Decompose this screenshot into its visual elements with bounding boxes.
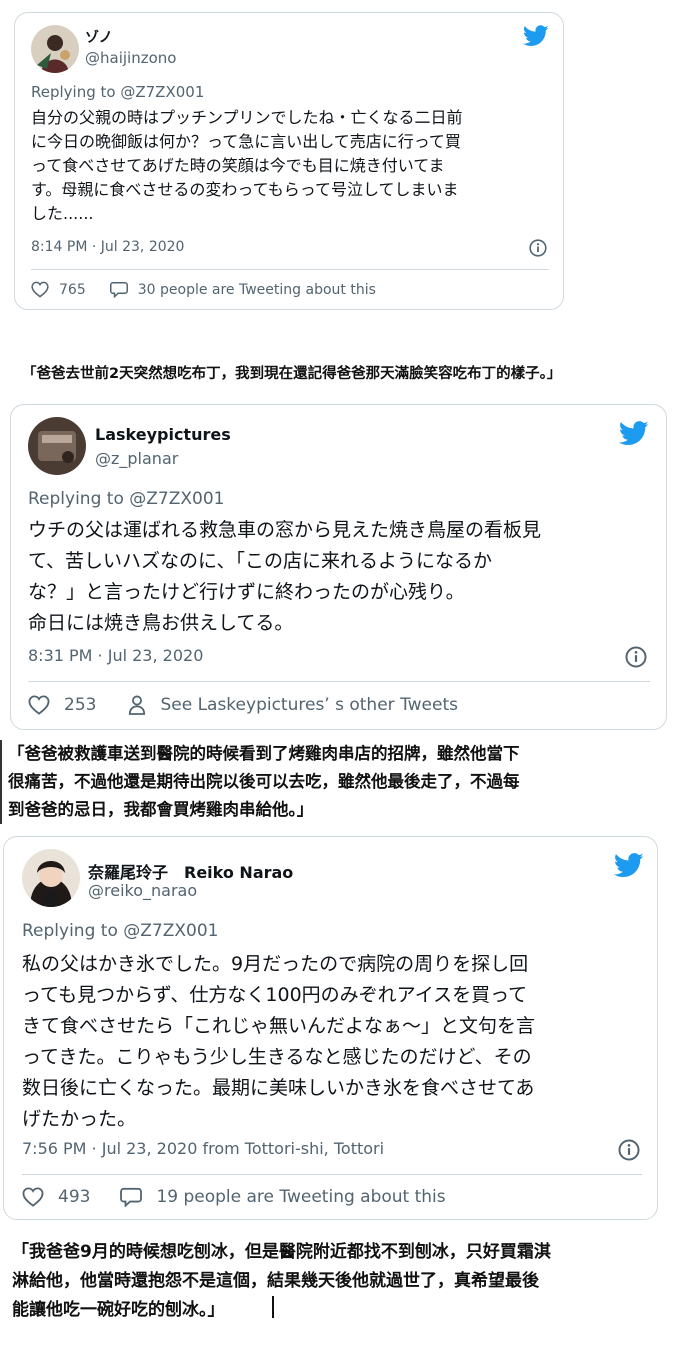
other-tweets-link[interactable]: See Laskeypictures’ s other Tweets [160, 695, 458, 715]
tweet-text: 自分の父親の時はプッチンプリンでしたね・亡くなる二日前 に今日の晩御飯は何か？っ… [31, 108, 463, 223]
tweet-actions: 493 19 people are Tweeting about this [22, 1187, 446, 1207]
heart-icon[interactable] [31, 281, 49, 298]
user-handle[interactable]: @z_planar [95, 449, 178, 468]
reply-context: Replying to @Z7ZX001 [28, 489, 224, 509]
text-cursor [272, 1296, 274, 1318]
tweet-timestamp[interactable]: 8:14 PM · Jul 23, 2020 [31, 239, 184, 255]
tweet-text: 私の父はかき氷でした。9月だったので病院の周りを探し回 っても見つからず、仕方な… [22, 953, 536, 1130]
tweet-text: ウチの父は運ばれる救急車の窓から見えた焼き鳥屋の看板見 て、苦しいハズなのに、「… [28, 519, 542, 634]
avatar[interactable] [31, 25, 79, 73]
avatar[interactable] [22, 849, 80, 907]
divider [28, 681, 650, 682]
info-icon[interactable] [625, 646, 647, 668]
heart-icon[interactable] [28, 695, 50, 715]
display-name[interactable]: ゾノ [85, 27, 113, 47]
like-count[interactable]: 253 [64, 695, 96, 715]
tweeting-about-link[interactable]: 19 people are Tweeting about this [156, 1187, 445, 1207]
reply-label: Replying to [28, 489, 124, 509]
tweeting-about-link[interactable]: 30 people are Tweeting about this [138, 282, 376, 298]
reply-label: Replying to [22, 921, 118, 941]
reply-context: Replying to @Z7ZX001 [31, 83, 204, 101]
comment-icon[interactable] [109, 281, 128, 298]
avatar[interactable] [28, 417, 86, 475]
reply-context: Replying to @Z7ZX001 [22, 921, 218, 941]
reply-target-link[interactable]: @Z7ZX001 [120, 83, 204, 101]
comment-icon[interactable] [120, 1187, 143, 1207]
twitter-bird-icon [523, 25, 549, 46]
info-icon[interactable] [529, 239, 547, 257]
translation-caption: 「爸爸去世前2天突然想吃布丁，我到現在還記得爸爸那天滿臉笑容吃布丁的樣子。」 [22, 366, 562, 382]
divider [22, 1174, 642, 1175]
translation-caption: 「爸爸被救護車送到醫院的時候看到了烤雞肉串店的招牌，雖然他當下 很痛苦，不過他還… [0, 740, 678, 824]
tweet-card[interactable]: 奈羅尾玲子 Reiko Narao @reiko_narao Replying … [3, 836, 658, 1220]
translation-caption: 「我爸爸9月的時候想吃刨冰，但是醫院附近都找不到刨冰，只好買霜淇 淋給他，他當時… [12, 1242, 551, 1320]
user-handle[interactable]: @haijinzono [85, 49, 176, 67]
user-handle[interactable]: @reiko_narao [88, 881, 197, 900]
reply-target-link[interactable]: @Z7ZX001 [123, 921, 218, 941]
tweet-actions: 253 See Laskeypictures’ s other Tweets [28, 695, 458, 715]
twitter-bird-icon [619, 421, 649, 445]
like-count[interactable]: 493 [58, 1187, 90, 1207]
tweet-timestamp[interactable]: 8:31 PM · Jul 23, 2020 [28, 646, 203, 665]
tweet-card[interactable]: ゾノ @haijinzono Replying to @Z7ZX001 自分の父… [14, 12, 564, 310]
tweet-card[interactable]: Laskeypictures @z_planar Replying to @Z7… [10, 404, 667, 730]
tweet-actions: 765 30 people are Tweeting about this [31, 281, 376, 298]
display-name[interactable]: Laskeypictures [95, 425, 231, 444]
tweet-timestamp[interactable]: 7:56 PM · Jul 23, 2020 from Tottori-shi,… [22, 1139, 384, 1158]
person-icon[interactable] [128, 695, 146, 715]
heart-icon[interactable] [22, 1187, 44, 1207]
reply-target-link[interactable]: @Z7ZX001 [129, 489, 224, 509]
display-name[interactable]: 奈羅尾玲子 Reiko Narao [88, 859, 293, 883]
reply-label: Replying to [31, 83, 116, 101]
twitter-bird-icon [614, 853, 644, 877]
info-icon[interactable] [618, 1139, 640, 1161]
like-count[interactable]: 765 [59, 282, 86, 298]
divider [31, 269, 549, 270]
